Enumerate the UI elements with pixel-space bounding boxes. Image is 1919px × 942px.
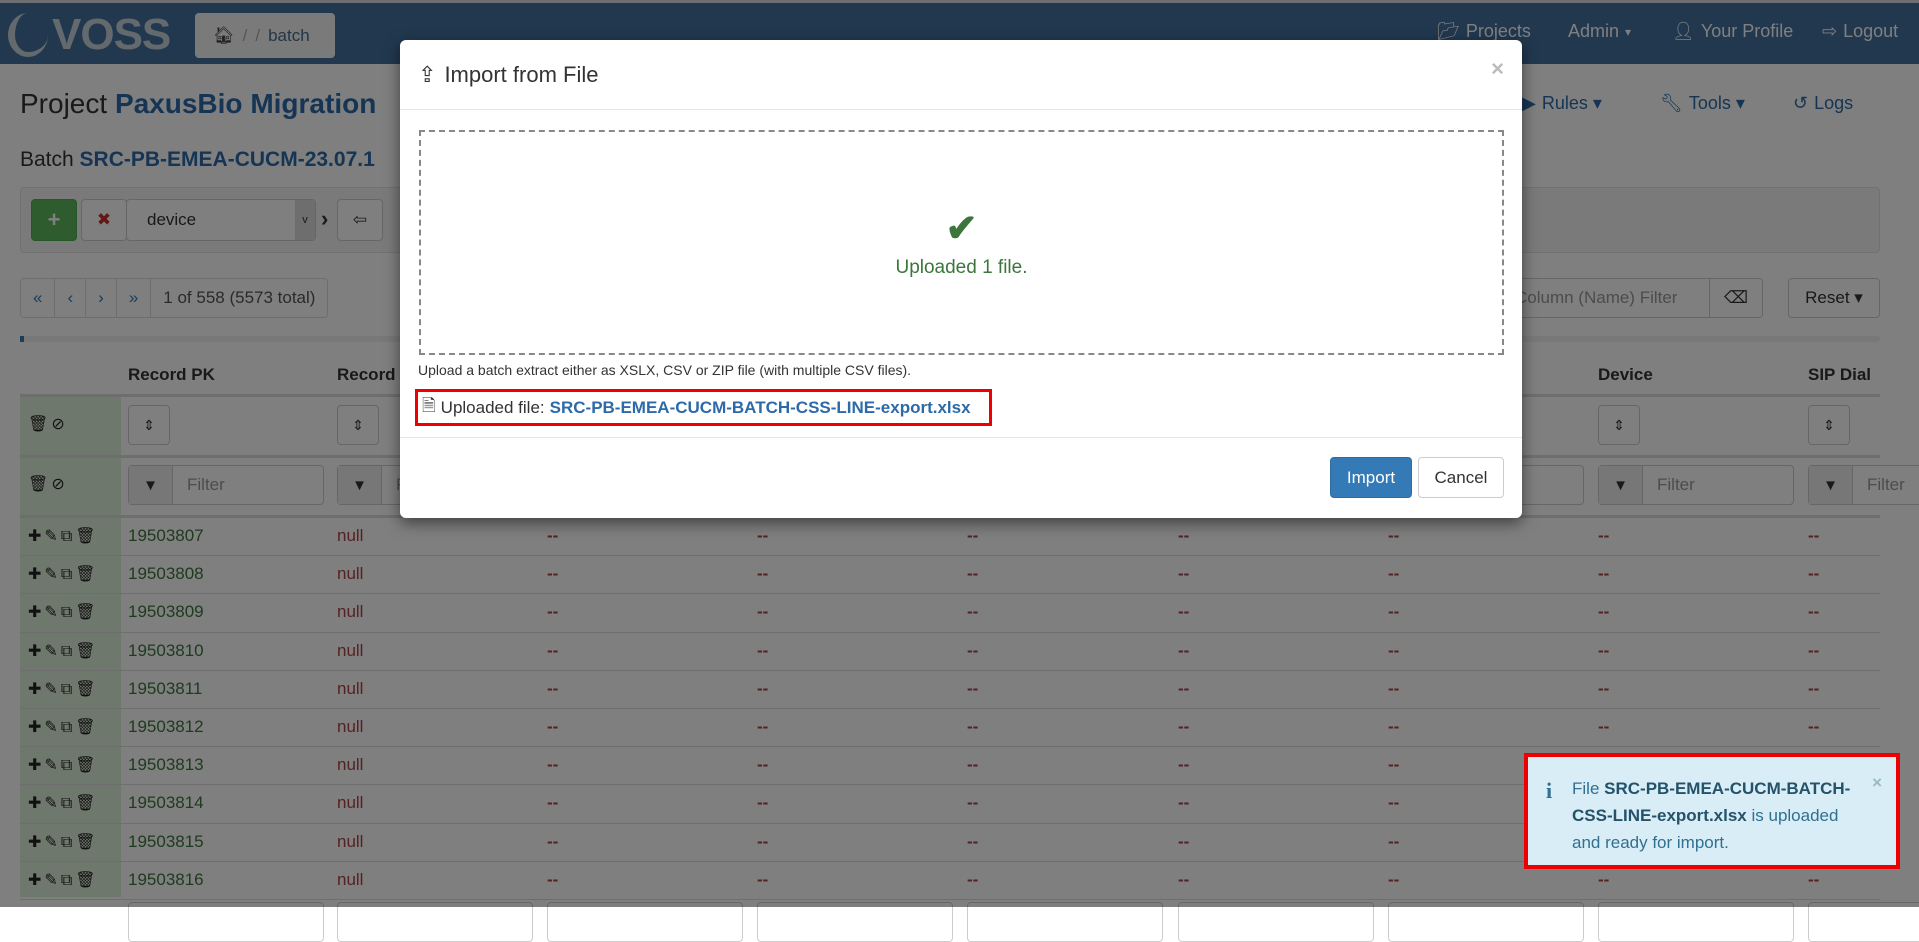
bottom-filter[interactable] (757, 902, 953, 942)
toast-prefix: File (1572, 779, 1600, 798)
modal-header: ⇪ Import from File (400, 40, 1522, 110)
bottom-filter[interactable] (128, 902, 324, 942)
uploaded-label: Uploaded file: (440, 397, 545, 417)
modal-title: Import from File (444, 61, 599, 87)
bottom-filter[interactable] (1178, 902, 1374, 942)
bottom-filter[interactable] (1808, 902, 1919, 942)
import-modal: ⇪ Import from File × ✔ Uploaded 1 file. Up… (400, 40, 1522, 518)
bottom-filter[interactable] (967, 902, 1163, 942)
import-submit-button[interactable]: Import (1330, 457, 1412, 498)
info-notification: i × File SRC-PB-EMEA-CUCM-BATCH-CSS-LINE… (1524, 753, 1900, 869)
bottom-filter[interactable] (1388, 902, 1584, 942)
close-icon[interactable]: × (1872, 769, 1882, 796)
upload-status: Uploaded 1 file. (895, 257, 1028, 278)
file-icon: 🗎 (422, 396, 436, 415)
checkmark-icon: ✔ (945, 208, 978, 250)
close-icon[interactable]: × (1491, 56, 1504, 82)
bottom-filter[interactable] (547, 902, 743, 942)
bottom-filter[interactable] (1598, 902, 1794, 942)
cancel-button[interactable]: Cancel (1418, 457, 1504, 498)
modal-footer-divider (400, 437, 1522, 438)
help-text: Upload a batch extract either as XSLX, C… (418, 362, 912, 378)
file-dropzone[interactable]: ✔ Uploaded 1 file. (419, 130, 1504, 355)
uploaded-file-link[interactable]: SRC-PB-EMEA-CUCM-BATCH-CSS-LINE-export.x… (550, 398, 971, 418)
info-icon: i (1546, 778, 1553, 803)
uploaded-file-info: 🗎 Uploaded file: SRC-PB-EMEA-CUCM-BATCH-CS… (415, 389, 992, 426)
upload-icon: ⇪ (418, 61, 437, 87)
bottom-filter[interactable] (337, 902, 533, 942)
